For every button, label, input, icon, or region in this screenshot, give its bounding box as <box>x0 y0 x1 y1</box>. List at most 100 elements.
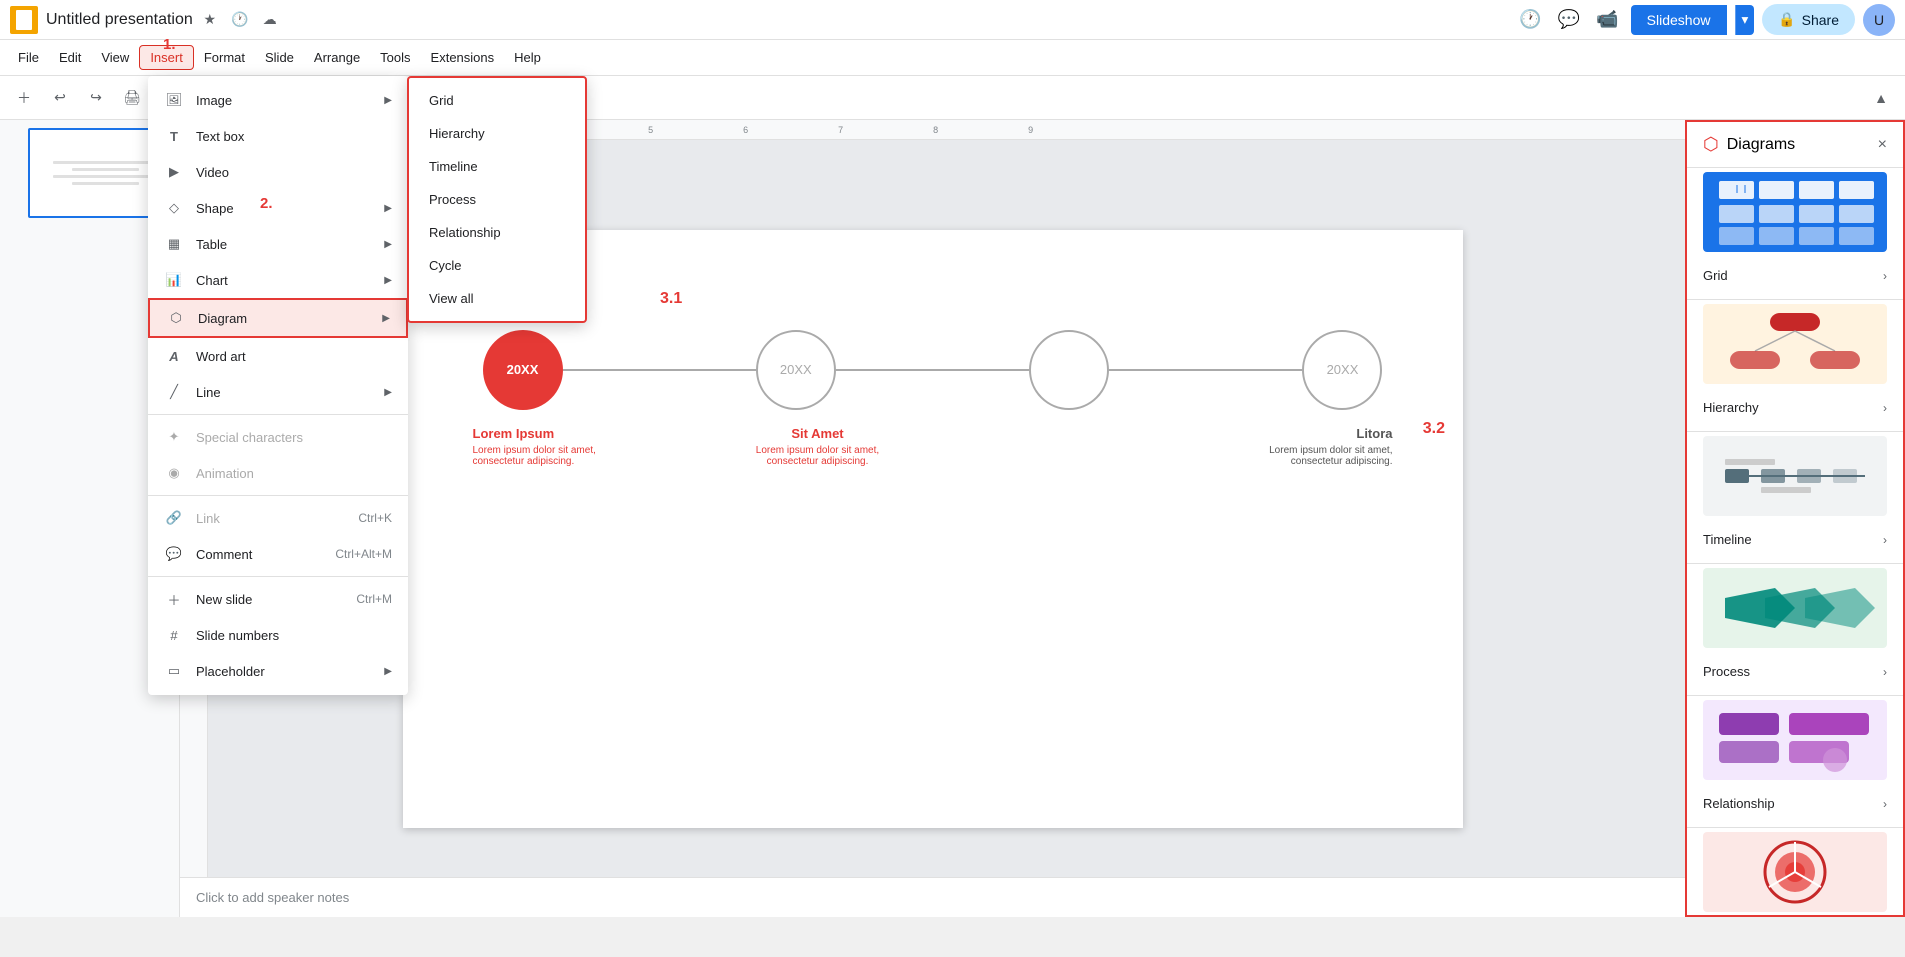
submenu-item-timeline[interactable]: Timeline <box>409 150 585 183</box>
right-actions: 🕐 💬 📹 Slideshow ▾ 🔒 Share U <box>1515 4 1895 36</box>
menu-slide[interactable]: Slide <box>255 46 304 69</box>
diagram-section-grid: Grid › <box>1687 168 1903 300</box>
diagrams-panel-close[interactable]: × <box>1878 136 1887 154</box>
toolbar-print-btn[interactable]: 🖨 <box>116 82 148 114</box>
lock-icon: 🔒 <box>1778 11 1795 28</box>
specialchars-label: Special characters <box>196 430 392 445</box>
avatar[interactable]: U <box>1863 4 1895 36</box>
share-button[interactable]: 🔒 Share <box>1762 4 1855 35</box>
menu-item-animation[interactable]: ◉ Animation <box>148 455 408 491</box>
toolbar-add-btn[interactable]: ＋ <box>8 82 40 114</box>
shape-arrow: ▶ <box>384 203 392 214</box>
diagram-section-hierarchy: Hierarchy › <box>1687 300 1903 432</box>
textbox-label: Text box <box>196 129 392 144</box>
submenu-item-cycle[interactable]: Cycle <box>409 249 585 282</box>
diagram-row-timeline[interactable]: Timeline › <box>1703 524 1887 555</box>
submenu-item-process[interactable]: Process <box>409 183 585 216</box>
menu-item-slidenumbers[interactable]: # Slide numbers <box>148 617 408 653</box>
image-arrow: ▶ <box>384 95 392 106</box>
placeholder-label: Placeholder <box>196 664 372 679</box>
activity-icon[interactable]: 🕐 <box>1515 5 1545 34</box>
menu-item-specialchars[interactable]: ✦ Special characters <box>148 419 408 455</box>
image-label: Image <box>196 93 372 108</box>
slidenumbers-icon: # <box>164 625 184 645</box>
chat-icon[interactable]: 💬 <box>1554 5 1584 34</box>
process-preview-svg <box>1715 578 1875 638</box>
menu-edit[interactable]: Edit <box>49 46 91 69</box>
toolbar-collapse-btn[interactable]: ▲ <box>1865 82 1897 114</box>
diagram-row-hierarchy[interactable]: Hierarchy › <box>1703 392 1887 423</box>
toolbar-undo-btn[interactable]: ↩ <box>44 82 76 114</box>
diagram-section-process: Process › <box>1687 564 1903 696</box>
menu-insert[interactable]: Insert <box>139 45 194 70</box>
menu-bar: File Edit View Insert Format Slide Arran… <box>0 40 1905 76</box>
grid-label: Grid <box>1703 268 1728 283</box>
newslide-icon: ＋ <box>164 589 184 609</box>
label-1-title: Lorem Ipsum <box>473 426 703 441</box>
menu-item-textbox[interactable]: T Text box <box>148 118 408 154</box>
menu-extensions[interactable]: Extensions <box>421 46 505 69</box>
video-label: Video <box>196 165 392 180</box>
diagram-row-grid[interactable]: Grid › <box>1703 260 1887 291</box>
submenu-item-viewall[interactable]: View all <box>409 282 585 315</box>
hierarchy-label: Hierarchy <box>1703 400 1759 415</box>
timeline-line-3 <box>1109 369 1302 371</box>
panel-scroll: Grid › Hierarchy › <box>1687 168 1903 915</box>
menu-item-shape[interactable]: ◇ Shape ▶ <box>148 190 408 226</box>
menu-item-chart[interactable]: 📊 Chart ▶ <box>148 262 408 298</box>
cycle-thumb <box>1703 832 1887 912</box>
diagram-submenu: Grid Hierarchy Timeline Process Relation… <box>407 76 587 323</box>
menu-arrange[interactable]: Arrange <box>304 46 370 69</box>
diagram-label: Diagram <box>198 311 370 326</box>
comment-shortcut: Ctrl+Alt+M <box>335 547 392 561</box>
speaker-notes[interactable]: Click to add speaker notes <box>180 877 1685 917</box>
document-title[interactable]: Untitled presentation <box>46 11 193 29</box>
chart-label: Chart <box>196 273 372 288</box>
timeline-circle-3 <box>1029 330 1109 410</box>
menu-format[interactable]: Format <box>194 46 255 69</box>
submenu-item-hierarchy[interactable]: Hierarchy <box>409 117 585 150</box>
star-icon[interactable]: ★ <box>199 9 221 31</box>
menu-file[interactable]: File <box>8 46 49 69</box>
relationship-preview-svg <box>1715 705 1875 775</box>
menu-item-image[interactable]: 🖼 Image ▶ <box>148 82 408 118</box>
placeholder-arrow: ▶ <box>384 666 392 677</box>
menu-item-diagram[interactable]: ⬡ Diagram ▶ <box>148 298 408 338</box>
app-logo <box>10 6 38 34</box>
diagram-section-timeline: Timeline › <box>1687 432 1903 564</box>
cloud-save-icon[interactable]: ☁ <box>259 9 281 31</box>
slidenumbers-label: Slide numbers <box>196 628 392 643</box>
menu-item-video[interactable]: ▶ Video <box>148 154 408 190</box>
label-2-desc: Lorem ipsum dolor sit amet,consectetur a… <box>703 445 933 467</box>
table-arrow: ▶ <box>384 239 392 250</box>
timeline-circle-1: 20XX <box>483 330 563 410</box>
diagram-row-process[interactable]: Process › <box>1703 656 1887 687</box>
menu-item-line[interactable]: ╱ Line ▶ <box>148 374 408 410</box>
menu-item-comment[interactable]: 💬 Comment Ctrl+Alt+M <box>148 536 408 572</box>
diagrams-panel-header: ⬡ Diagrams × <box>1687 122 1903 168</box>
menu-view[interactable]: View <box>91 46 139 69</box>
meet-icon[interactable]: 📹 <box>1592 5 1622 34</box>
menu-item-wordart[interactable]: A Word art <box>148 338 408 374</box>
timeline-line-2 <box>836 369 1029 371</box>
menu-help[interactable]: Help <box>504 46 551 69</box>
menu-item-newslide[interactable]: ＋ New slide Ctrl+M <box>148 581 408 617</box>
slideshow-dropdown-button[interactable]: ▾ <box>1735 5 1755 35</box>
slideshow-button[interactable]: Slideshow <box>1631 5 1727 35</box>
timeline-thumb <box>1703 436 1887 516</box>
version-history-icon[interactable]: 🕐 <box>229 9 251 31</box>
label-1-desc: Lorem ipsum dolor sit amet,consectetur a… <box>473 445 703 467</box>
animation-icon: ◉ <box>164 463 184 483</box>
table-label: Table <box>196 237 372 252</box>
menu-item-link[interactable]: 🔗 Link Ctrl+K <box>148 500 408 536</box>
menu-item-table[interactable]: ▦ Table ▶ <box>148 226 408 262</box>
diagram-row-relationship[interactable]: Relationship › <box>1703 788 1887 819</box>
toolbar-redo-btn[interactable]: ↪ <box>80 82 112 114</box>
cycle-preview-svg <box>1755 837 1835 907</box>
submenu-item-relationship[interactable]: Relationship <box>409 216 585 249</box>
submenu-item-grid[interactable]: Grid <box>409 84 585 117</box>
process-thumb <box>1703 568 1887 648</box>
menu-item-placeholder[interactable]: ▭ Placeholder ▶ <box>148 653 408 689</box>
menu-tools[interactable]: Tools <box>370 46 420 69</box>
label-4-title: Litora <box>1163 426 1393 441</box>
